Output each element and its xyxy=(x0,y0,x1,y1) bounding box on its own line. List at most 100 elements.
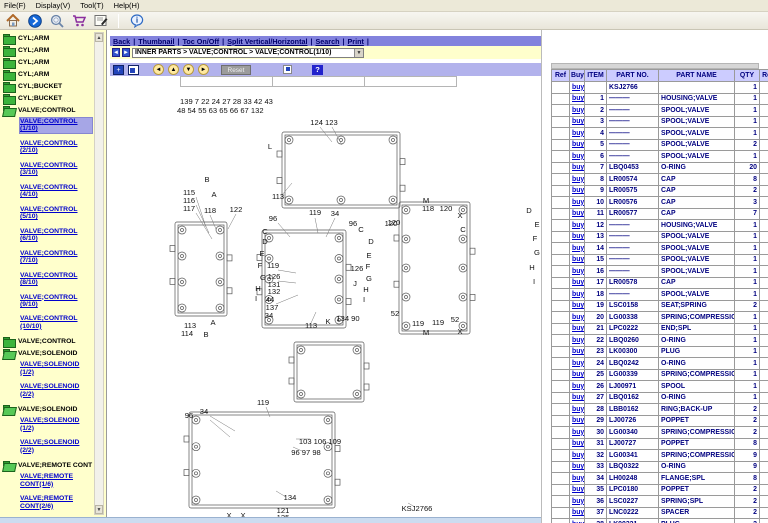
pan-right-button[interactable]: ► xyxy=(198,64,209,75)
buy-link[interactable]: buy xyxy=(572,107,584,114)
diagram-area[interactable]: 139 7 22 24 27 28 33 42 4348 54 55 63 65… xyxy=(110,76,541,517)
sidebar-folder-cyl-arm[interactable]: CYL;ARM xyxy=(3,34,90,43)
buy-link[interactable]: buy xyxy=(572,314,584,321)
sidebar-folder-cyl-arm[interactable]: CYL;ARM xyxy=(3,46,90,55)
zoom-in-button[interactable]: + xyxy=(113,65,124,75)
sidebar-folder-cyl-bucket[interactable]: CYL;BUCKET xyxy=(3,82,90,91)
buy-link[interactable]: buy xyxy=(572,210,584,217)
breadcrumb-forward-button[interactable]: ► xyxy=(122,48,130,57)
buy-link[interactable]: buy xyxy=(572,486,584,493)
edit-icon[interactable] xyxy=(93,13,108,28)
sidebar-link-valve-control-6-10[interactable]: VALVE;CONTROL (6/10) xyxy=(20,228,92,243)
buy-link[interactable]: buy xyxy=(572,360,584,367)
buy-link[interactable]: buy xyxy=(572,164,584,171)
buy-link[interactable]: buy xyxy=(572,383,584,390)
sidebar-folder-valve-control[interactable]: VALVE;CONTROL xyxy=(3,106,90,115)
buy-link[interactable]: buy xyxy=(572,268,584,275)
sidebar-link-valve-control-10-10[interactable]: VALVE;CONTROL (10/10) xyxy=(20,315,92,330)
sidebar-link-valve-control-2-10[interactable]: VALVE;CONTROL (2/10) xyxy=(20,140,92,155)
sidebar-folder-valve-control[interactable]: VALVE;CONTROL xyxy=(3,337,90,346)
buy-link[interactable]: buy xyxy=(572,509,584,516)
buy-link[interactable]: buy xyxy=(572,348,584,355)
sidebar-link-valve-control-7-10[interactable]: VALVE;CONTROL (7/10) xyxy=(20,250,92,265)
pan-left-button[interactable]: ◄ xyxy=(153,64,164,75)
nav-link-thumbnail[interactable]: Thumbnail xyxy=(138,37,174,46)
breadcrumb-back-button[interactable]: ◄ xyxy=(112,48,120,57)
pan-down-button[interactable]: ▼ xyxy=(183,64,194,75)
sidebar-link-valve-solenoid-1-2[interactable]: VALVE;SOLENOID (1/2) xyxy=(20,417,92,432)
buy-link[interactable]: buy xyxy=(572,325,584,332)
scroll-up-icon[interactable]: ▲ xyxy=(95,33,103,42)
buy-link[interactable]: buy xyxy=(572,279,584,286)
menu-tool-t[interactable]: Tool(T) xyxy=(80,1,103,10)
forward-icon[interactable] xyxy=(27,13,42,28)
buy-link[interactable]: buy xyxy=(572,475,584,482)
sidebar-link-valve-control-8-10[interactable]: VALVE;CONTROL (8/10) xyxy=(20,272,92,287)
buy-link[interactable]: buy xyxy=(572,222,584,229)
zoom-out-button[interactable] xyxy=(128,65,139,75)
nav-link-back[interactable]: Back xyxy=(113,37,130,46)
sidebar-folder-cyl-arm[interactable]: CYL;ARM xyxy=(3,58,90,67)
info-icon[interactable]: i xyxy=(129,13,144,28)
cell-qty: 1 xyxy=(735,243,760,255)
nav-link-search[interactable]: Search xyxy=(315,37,339,46)
menu-file-f[interactable]: File(F) xyxy=(4,1,26,10)
buy-link[interactable]: buy xyxy=(572,417,584,424)
buy-link[interactable]: buy xyxy=(572,245,584,252)
home-icon[interactable] xyxy=(5,13,20,28)
sidebar-link-valve-solenoid-1-2[interactable]: VALVE;SOLENOID (1/2) xyxy=(20,361,92,376)
buy-link[interactable]: buy xyxy=(572,452,584,459)
sidebar-link-valve-control-1-10[interactable]: VALVE;CONTROL (1/10) xyxy=(20,118,92,133)
nav-link-toc-on-off[interactable]: Toc On/Off xyxy=(183,37,220,46)
sidebar-folder-cyl-arm[interactable]: CYL;ARM xyxy=(3,70,90,79)
sidebar-link-valve-remote-cont-2-6[interactable]: VALVE;REMOTE CONT(2/6) xyxy=(20,495,92,510)
cell-part-name: SPOOL;VALVE xyxy=(659,254,735,266)
sidebar-folder-valve-solenoid[interactable]: VALVE;SOLENOID xyxy=(3,349,90,358)
buy-link[interactable]: buy xyxy=(572,291,584,298)
buy-link[interactable]: buy xyxy=(572,406,584,413)
scroll-down-icon[interactable]: ▼ xyxy=(95,505,103,514)
buy-link[interactable]: buy xyxy=(572,256,584,263)
buy-link[interactable]: buy xyxy=(572,153,584,160)
buy-link[interactable]: buy xyxy=(572,118,584,125)
buy-link[interactable]: buy xyxy=(572,84,584,91)
buy-link[interactable]: buy xyxy=(572,233,584,240)
sidebar-link-valve-solenoid-2-2[interactable]: VALVE;SOLENOID (2/2) xyxy=(20,439,92,454)
reset-button[interactable]: Reset xyxy=(221,65,251,75)
buy-link[interactable]: buy xyxy=(572,187,584,194)
sidebar-folder-valve-solenoid[interactable]: VALVE;SOLENOID xyxy=(3,405,90,414)
sidebar-folder-valve-remote-cont[interactable]: VALVE;REMOTE CONT xyxy=(3,461,90,470)
buy-link[interactable]: buy xyxy=(572,141,584,148)
buy-link[interactable]: buy xyxy=(572,337,584,344)
chevron-down-icon[interactable]: ▼ xyxy=(354,49,363,57)
menu-help-h[interactable]: Help(H) xyxy=(114,1,140,10)
help-button[interactable]: ? xyxy=(312,65,323,75)
cart-icon[interactable] xyxy=(71,13,86,28)
buy-link[interactable]: buy xyxy=(572,95,584,102)
pan-up-button[interactable]: ▲ xyxy=(168,64,179,75)
buy-link[interactable]: buy xyxy=(572,394,584,401)
sidebar-link-valve-control-4-10[interactable]: VALVE;CONTROL (4/10) xyxy=(20,184,92,199)
buy-link[interactable]: buy xyxy=(572,463,584,470)
buy-link[interactable]: buy xyxy=(572,440,584,447)
buy-link[interactable]: buy xyxy=(572,371,584,378)
buy-link[interactable]: buy xyxy=(572,130,584,137)
sidebar-link-valve-control-9-10[interactable]: VALVE;CONTROL (9/10) xyxy=(20,294,92,309)
sidebar-link-valve-control-3-10[interactable]: VALVE;CONTROL (3/10) xyxy=(20,162,92,177)
page-icon[interactable] xyxy=(283,65,292,74)
sidebar-scrollbar[interactable]: ▲ ▼ xyxy=(94,32,104,515)
search-icon[interactable] xyxy=(49,13,64,28)
buy-link[interactable]: buy xyxy=(572,302,584,309)
sidebar-link-valve-remote-cont-1-6[interactable]: VALVE;REMOTE CONT(1/6) xyxy=(20,473,92,488)
sidebar-folder-cyl-bucket[interactable]: CYL;BUCKET xyxy=(3,94,90,103)
buy-link[interactable]: buy xyxy=(572,498,584,505)
breadcrumb-combobox[interactable]: INNER PARTS > VALVE;CONTROL > VALVE;CONT… xyxy=(132,48,364,58)
menu-display-v[interactable]: Display(V) xyxy=(36,1,71,10)
buy-link[interactable]: buy xyxy=(572,199,584,206)
nav-link-split-vertical-horizontal[interactable]: Split Vertical/Horizontal xyxy=(227,37,307,46)
sidebar-link-valve-control-5-10[interactable]: VALVE;CONTROL (5/10) xyxy=(20,206,92,221)
buy-link[interactable]: buy xyxy=(572,176,584,183)
buy-link[interactable]: buy xyxy=(572,429,584,436)
nav-link-print[interactable]: Print xyxy=(347,37,363,46)
sidebar-link-valve-solenoid-2-2[interactable]: VALVE;SOLENOID (2/2) xyxy=(20,383,92,398)
